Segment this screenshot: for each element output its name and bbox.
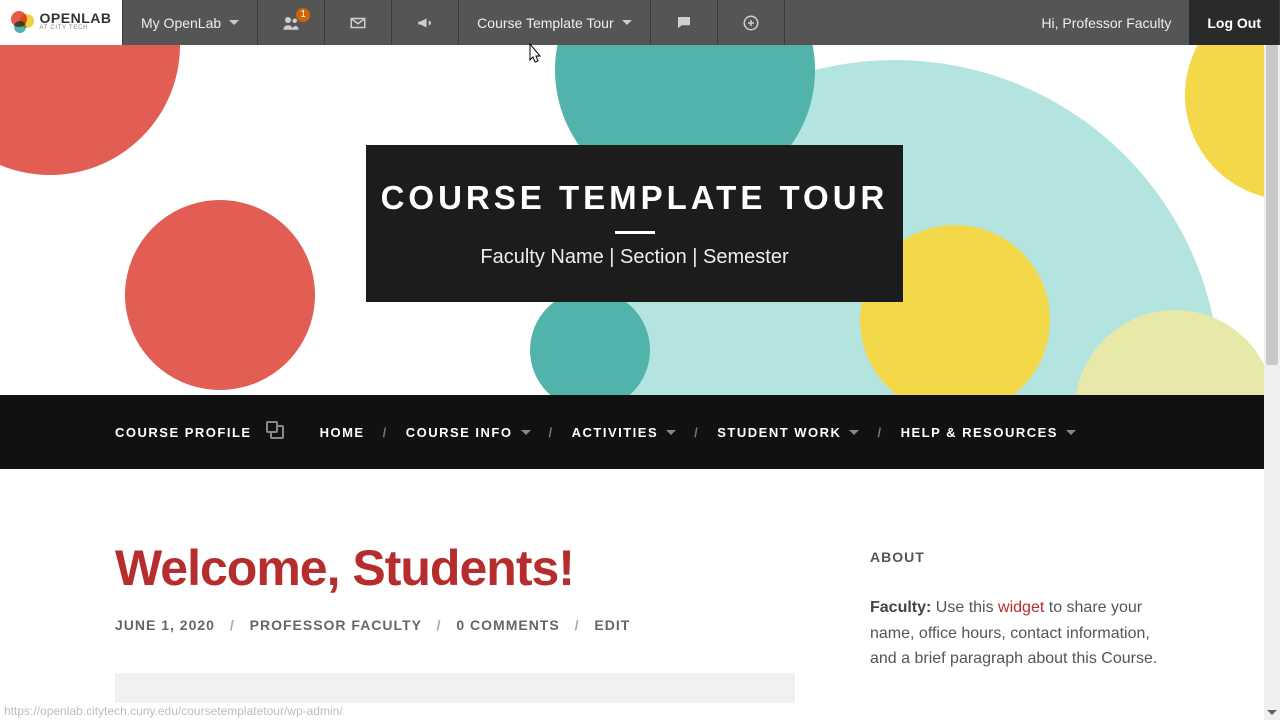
about-widget-body: Faculty: Use this widget to share your n…: [870, 595, 1165, 672]
post-author[interactable]: PROFESSOR FACULTY: [250, 617, 422, 633]
nav-home[interactable]: HOME: [320, 425, 365, 440]
scroll-thumb[interactable]: [1266, 45, 1278, 365]
nav-activities[interactable]: ACTIVITIES: [572, 425, 677, 440]
nav-student-work[interactable]: STUDENT WORK: [717, 425, 859, 440]
logout-button[interactable]: Log Out: [1189, 0, 1280, 45]
course-site-menu[interactable]: Course Template Tour: [459, 0, 650, 45]
chevron-down-icon: [1066, 430, 1076, 435]
friends-button[interactable]: 1: [258, 0, 325, 45]
post-edit-link[interactable]: EDIT: [594, 617, 630, 633]
scroll-down-icon[interactable]: [1264, 704, 1280, 720]
chevron-down-icon: [229, 20, 239, 25]
friends-badge: 1: [296, 8, 310, 22]
comment-icon: [675, 14, 693, 32]
divider: [615, 231, 655, 234]
nav-help[interactable]: HELP & RESOURCES: [901, 425, 1076, 440]
announcements-button[interactable]: [392, 0, 459, 45]
main-column: Welcome, Students! JUNE 1, 2020 / PROFES…: [115, 539, 795, 703]
nav-course-profile[interactable]: COURSE PROFILE: [115, 425, 252, 440]
messages-button[interactable]: [325, 0, 392, 45]
user-greeting[interactable]: Hi, Professor Faculty: [1023, 0, 1189, 45]
nav-course-info[interactable]: COURSE INFO: [406, 425, 531, 440]
post-date: JUNE 1, 2020: [115, 617, 215, 633]
plus-circle-icon: [742, 14, 760, 32]
brand-name: OPENLAB: [40, 13, 112, 23]
site-title: COURSE TEMPLATE TOUR: [381, 179, 889, 217]
logo-mark-icon: [11, 11, 35, 35]
vertical-scrollbar[interactable]: [1264, 45, 1280, 720]
faculty-label: Faculty:: [870, 599, 931, 616]
greeting-text: Hi, Professor Faculty: [1041, 15, 1171, 31]
add-new-button[interactable]: [718, 0, 785, 45]
envelope-icon: [349, 14, 367, 32]
about-widget-title: ABOUT: [870, 549, 1165, 565]
sidebar: ABOUT Faculty: Use this widget to share …: [795, 539, 1165, 703]
openlab-logo[interactable]: OPENLAB AT CITY TECH: [0, 0, 123, 45]
main-nav: COURSE PROFILE HOME / COURSE INFO / ACTI…: [0, 395, 1280, 469]
chevron-down-icon: [521, 430, 531, 435]
site-subtitle: Faculty Name | Section | Semester: [480, 246, 788, 269]
bullhorn-icon: [416, 14, 434, 32]
widget-link[interactable]: widget: [998, 599, 1044, 616]
admin-bar: OPENLAB AT CITY TECH My OpenLab 1 Course…: [0, 0, 1280, 45]
post-comments-link[interactable]: 0 COMMENTS: [456, 617, 559, 633]
status-url: https://openlab.citytech.cuny.edu/course…: [0, 702, 347, 720]
mouse-cursor-icon: [524, 42, 544, 71]
chevron-down-icon: [666, 430, 676, 435]
post-body-placeholder: [115, 673, 795, 703]
chevron-down-icon: [622, 20, 632, 25]
comments-button[interactable]: [651, 0, 718, 45]
hero-banner: COURSE TEMPLATE TOUR Faculty Name | Sect…: [0, 45, 1280, 395]
logout-label: Log Out: [1207, 15, 1261, 31]
post-title[interactable]: Welcome, Students!: [115, 539, 795, 597]
my-openlab-label: My OpenLab: [141, 15, 221, 31]
course-site-label: Course Template Tour: [477, 15, 613, 31]
external-link-icon: [270, 425, 284, 439]
page-content: Welcome, Students! JUNE 1, 2020 / PROFES…: [0, 469, 1280, 703]
post-meta: JUNE 1, 2020 / PROFESSOR FACULTY / 0 COM…: [115, 617, 795, 633]
chevron-down-icon: [849, 430, 859, 435]
hero-title-box: COURSE TEMPLATE TOUR Faculty Name | Sect…: [366, 145, 903, 302]
my-openlab-menu[interactable]: My OpenLab: [123, 0, 258, 45]
